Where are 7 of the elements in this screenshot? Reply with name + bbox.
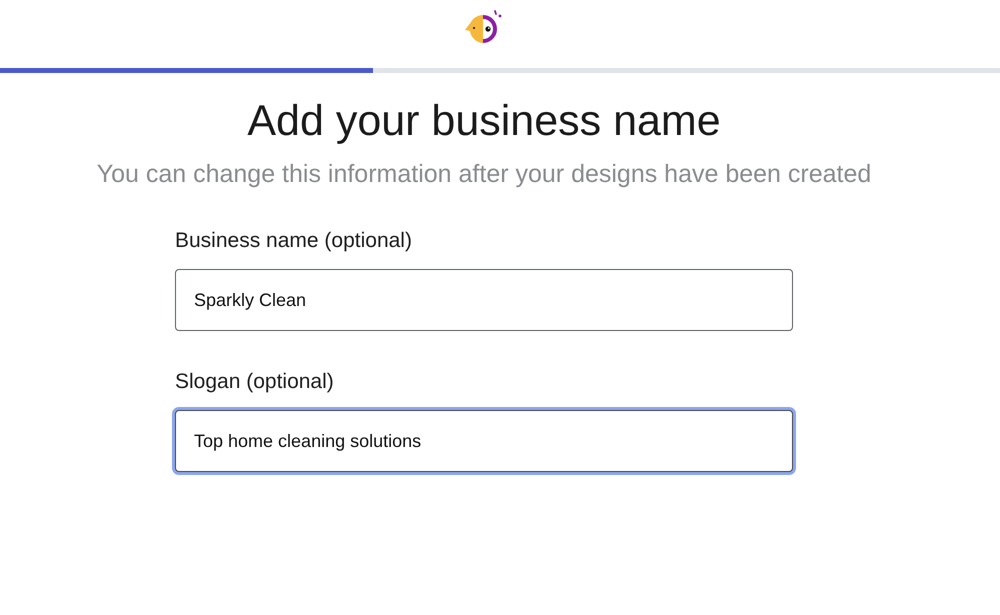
parrot-logo-icon	[464, 9, 504, 45]
input-field[interactable]: Top home cleaning solutions	[175, 410, 793, 472]
page-subtitle: You can change this information after your designs have been created	[96, 159, 872, 190]
input-field[interactable]: Sparkly Clean	[175, 269, 793, 331]
field-label: Business name (optional)	[175, 228, 413, 254]
field-label: Slogan (optional)	[175, 369, 335, 395]
page-title: Add your business name	[247, 96, 721, 147]
